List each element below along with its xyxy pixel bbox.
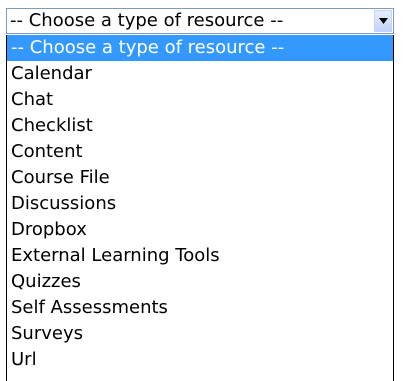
option-choose[interactable]: -- Choose a type of resource -- [7, 35, 393, 61]
option-chat[interactable]: Chat [7, 87, 393, 113]
resource-type-select[interactable]: -- Choose a type of resource -- [6, 8, 394, 34]
option-checklist[interactable]: Checklist [7, 113, 393, 139]
select-current-value: -- Choose a type of resource -- [10, 10, 284, 31]
chevron-down-icon [378, 18, 388, 24]
option-self-assessments[interactable]: Self Assessments [7, 295, 393, 321]
dropdown-arrow-button[interactable] [374, 10, 392, 32]
option-quizzes[interactable]: Quizzes [7, 269, 393, 295]
option-course-file[interactable]: Course File [7, 165, 393, 191]
option-discussions[interactable]: Discussions [7, 191, 393, 217]
option-dropbox[interactable]: Dropbox [7, 217, 393, 243]
option-url[interactable]: Url [7, 347, 393, 373]
option-calendar[interactable]: Calendar [7, 61, 393, 87]
option-external-learning-tools[interactable]: External Learning Tools [7, 243, 393, 269]
resource-type-options[interactable]: -- Choose a type of resource -- Calendar… [6, 35, 394, 381]
option-surveys[interactable]: Surveys [7, 321, 393, 347]
option-content[interactable]: Content [7, 139, 393, 165]
